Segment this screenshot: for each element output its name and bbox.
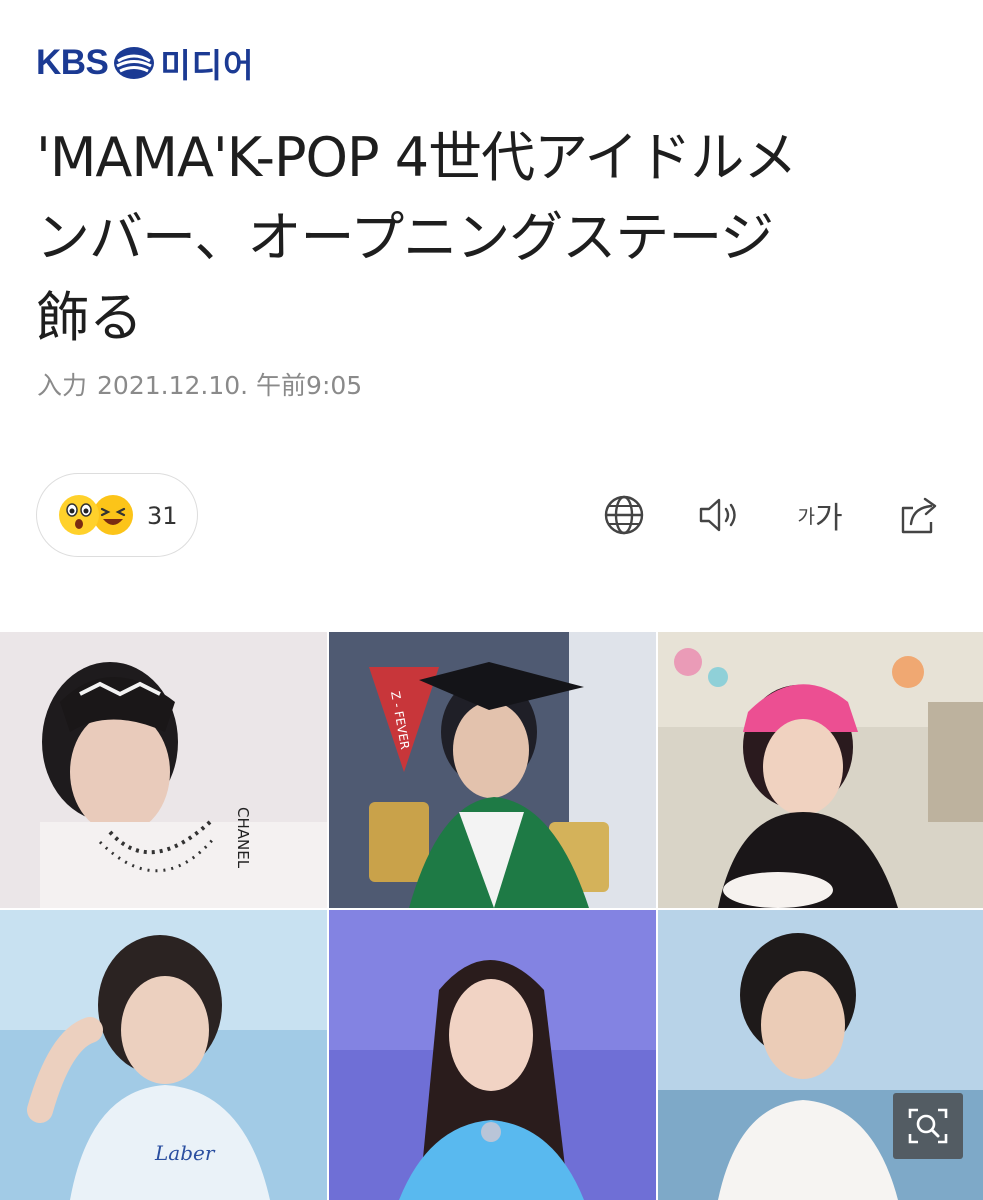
tile-4-text: Laber xyxy=(154,1141,216,1165)
article-title-line-2: ンバー、オープニングステージ xyxy=(36,206,774,269)
idol-photo-grid: CHANEL Z - FEVER Laber xyxy=(0,632,983,1200)
idol-photo-2[interactable]: Z - FEVER xyxy=(329,632,656,908)
reaction-button[interactable]: 31 xyxy=(36,473,198,557)
surprised-face-icon xyxy=(59,495,99,535)
logo-kbs-text: KBS xyxy=(36,43,109,82)
kbs-media-logo[interactable]: KBS 미디어 xyxy=(36,40,255,86)
idol-photo-4[interactable]: Laber xyxy=(0,910,327,1200)
article-meta: 入力 2021.12.10. 午前9:05 xyxy=(37,366,362,402)
share-button[interactable] xyxy=(897,492,943,538)
font-size-button[interactable]: 가가 xyxy=(792,492,848,538)
tile-1-text: CHANEL xyxy=(234,807,252,869)
idol-photo-5[interactable] xyxy=(329,910,656,1200)
article-title: 'MAMA'K-POP 4世代アイドルメ ンバー、オープニングステージ 飾る xyxy=(36,118,956,358)
reaction-count: 31 xyxy=(147,502,178,530)
share-icon xyxy=(901,497,937,534)
zoom-image-button[interactable] xyxy=(893,1093,963,1159)
article-title-line-3: 飾る xyxy=(36,286,143,349)
logo-media-text: 미디어 xyxy=(160,46,255,85)
article-title-line-1: 'MAMA'K-POP 4世代アイドルメ xyxy=(36,126,797,189)
input-label: 入力 xyxy=(37,371,88,400)
speaker-icon xyxy=(699,498,736,532)
kbs-emblem-icon xyxy=(114,47,155,79)
article-timestamp: 2021.12.10. 午前9:05 xyxy=(97,371,363,400)
font-size-small-label: 가 xyxy=(797,505,815,528)
idol-photo-3[interactable] xyxy=(658,632,983,908)
globe-icon xyxy=(604,495,644,535)
idol-photo-1[interactable]: CHANEL xyxy=(0,632,327,908)
read-aloud-button[interactable] xyxy=(697,492,743,538)
font-size-large-label: 가 xyxy=(814,501,843,536)
translate-button[interactable] xyxy=(601,492,647,538)
zoom-search-icon xyxy=(908,1108,948,1144)
laughing-face-icon xyxy=(93,495,133,535)
